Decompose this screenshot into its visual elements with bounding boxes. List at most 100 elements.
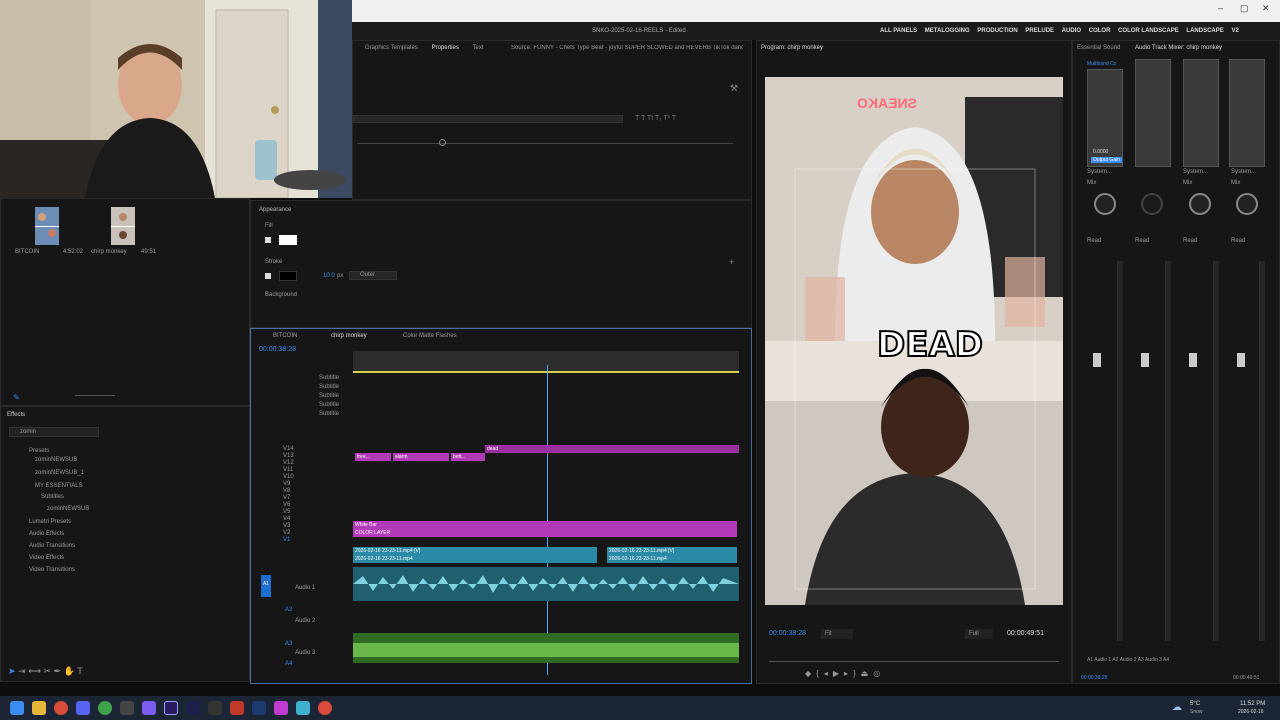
effect-slot-a4[interactable] [1229, 59, 1265, 167]
project-item-chirp-monkey[interactable] [111, 207, 135, 245]
type-tool-icon[interactable]: T [77, 666, 83, 676]
workspace-color-landscape[interactable]: COLOR LANDSCAPE [1118, 28, 1179, 34]
video-clip[interactable]: 2026-02-16 23-23-11.mp4 [607, 555, 737, 563]
output-select[interactable]: System... [1087, 169, 1112, 175]
effects-tree-item[interactable]: Video Effects [29, 555, 64, 561]
time-ruler[interactable] [353, 351, 739, 371]
app-icon[interactable] [142, 701, 156, 715]
track-label-v1[interactable]: V1 [283, 537, 290, 543]
lift-icon[interactable]: ⏏ [861, 669, 874, 678]
effects-tree-item[interactable]: Presets [29, 448, 49, 454]
video-clip[interactable]: 2026-02-16 23-23-11.mp4 [353, 555, 597, 563]
automation-mode-select[interactable]: Read [1183, 238, 1197, 244]
track-label-v8[interactable]: V8 [283, 488, 290, 494]
workspace-landscape[interactable]: LANDSCAPE [1186, 28, 1223, 34]
send-select[interactable]: Mix [1087, 180, 1096, 186]
workspace-metalogging[interactable]: METALOGGING [925, 28, 970, 34]
effects-tree-item[interactable]: zominNEWSUB_1 [35, 470, 84, 476]
text-style-buttons[interactable]: T T Tt T₁ T¹ T [635, 115, 676, 122]
multiband-effect-slot[interactable]: Multiband Co [1087, 61, 1116, 67]
minimize-button[interactable]: – [1218, 3, 1223, 13]
track-label-v10[interactable]: V10 [283, 474, 294, 480]
playback-resolution-dropdown[interactable]: Full [965, 629, 993, 639]
track-label-v7[interactable]: V7 [283, 495, 290, 501]
tab-graphics-templates[interactable]: Graphics Templates [365, 45, 418, 51]
workspace-all-panels[interactable]: ALL PANELS [880, 28, 917, 34]
track-label-v13[interactable]: V13 [283, 453, 294, 459]
white-bar-clip[interactable]: White Bar [353, 521, 737, 529]
workspace-audio[interactable]: AUDIO [1062, 28, 1081, 34]
step-back-icon[interactable]: ◂ [824, 669, 833, 678]
volume-fader-a4[interactable] [1237, 353, 1245, 367]
ripple-edit-tool-icon[interactable]: ⟷ [28, 666, 41, 676]
caption-clip[interactable]: alarm [393, 453, 449, 461]
app-icon[interactable] [274, 701, 288, 715]
zoom-slider[interactable] [75, 395, 115, 396]
effect-slot-a3[interactable] [1183, 59, 1219, 167]
workspace-color[interactable]: COLOR [1089, 28, 1111, 34]
caption-clip[interactable]: bett... [451, 453, 485, 461]
workspace-prelude[interactable]: PRELUDE [1025, 28, 1054, 34]
stroke-checkbox[interactable] [265, 273, 271, 279]
add-marker-icon[interactable]: ◆ [805, 669, 816, 678]
effects-tree-item[interactable]: MY ESSENTIALS [35, 483, 83, 489]
audio-clip-a3[interactable] [353, 633, 739, 663]
tab-essential-sound[interactable]: Essential Sound [1077, 45, 1120, 51]
play-icon[interactable]: ▶ [833, 669, 844, 678]
pan-knob-a4[interactable] [1236, 193, 1258, 215]
font-dropdown[interactable] [353, 115, 623, 123]
clock-time[interactable]: 11:52 PM [1240, 701, 1265, 707]
add-icon[interactable]: + [729, 257, 734, 267]
caption-clip[interactable]: dead [485, 445, 739, 453]
effects-tree-item[interactable]: zominNEWSUB [47, 506, 89, 512]
start-icon[interactable] [10, 701, 24, 715]
photoshop-icon[interactable] [252, 701, 266, 715]
pan-knob-a3[interactable] [1189, 193, 1211, 215]
track-label-v3[interactable]: V3 [283, 523, 290, 529]
timeline-timecode[interactable]: 00:00:38:28 [259, 346, 296, 353]
tab-text[interactable]: Text [473, 45, 484, 51]
program-timecode[interactable]: 00:00:38:28 [769, 630, 806, 637]
hand-tool-icon[interactable]: ✋ [64, 666, 75, 676]
track-label-v14[interactable]: V14 [283, 446, 294, 452]
effects-tree-item[interactable]: Subtitles [41, 494, 64, 500]
caption-clip[interactable]: free... [355, 453, 391, 461]
tab-color-matte-flashes[interactable]: Color Matte Flashes [403, 333, 457, 339]
track-label-a2[interactable]: A2 [285, 607, 292, 613]
maximize-button[interactable]: ▢ [1240, 3, 1249, 14]
clock-date[interactable]: 2026-02-16 [1238, 709, 1264, 715]
color-layer-clip[interactable]: COLOR LAYER [353, 529, 737, 537]
pan-knob-a2[interactable] [1141, 193, 1163, 215]
size-slider-handle[interactable] [439, 139, 446, 146]
fill-color-swatch[interactable] [279, 235, 297, 245]
tab-audio-track-mixer[interactable]: Audio Track Mixer: chirp monkey [1135, 45, 1222, 51]
track-label-v4[interactable]: V4 [283, 516, 290, 522]
track-select-tool-icon[interactable]: ⇥ [18, 666, 26, 676]
workspace-production[interactable]: PRODUCTION [977, 28, 1017, 34]
effects-tree-item[interactable]: Lumetri Presets [29, 519, 71, 525]
output-select[interactable]: System... [1231, 169, 1256, 175]
app-icon[interactable] [98, 701, 112, 715]
track-label-v5[interactable]: V5 [283, 509, 290, 515]
tab-properties[interactable]: Properties [432, 45, 459, 51]
app-icon[interactable] [296, 701, 310, 715]
volume-fader-a1[interactable] [1093, 353, 1101, 367]
file-explorer-icon[interactable] [32, 701, 46, 715]
effects-tree-item[interactable]: Audio Effects [29, 531, 64, 537]
track-label-v12[interactable]: V12 [283, 460, 294, 466]
send-select[interactable]: Mix [1183, 180, 1192, 186]
automation-mode-select[interactable]: Read [1087, 238, 1101, 244]
effect-slot-a2[interactable] [1135, 59, 1171, 167]
track-label-a1[interactable]: A1 [261, 575, 271, 597]
obs-icon[interactable] [120, 701, 134, 715]
video-clip[interactable]: 2026-02-16 23-23-11.mp4 [V] [353, 547, 597, 555]
program-scrub-bar[interactable] [769, 661, 1059, 662]
output-select[interactable]: System... [1183, 169, 1208, 175]
video-clip[interactable]: 2026-02-16 23-23-11.mp4 [V] [607, 547, 737, 555]
stroke-color-swatch[interactable] [279, 271, 297, 281]
volume-fader-a2[interactable] [1141, 353, 1149, 367]
wrench-icon[interactable]: ⚒ [730, 83, 738, 94]
effects-tree-item[interactable]: zominNEWSUB [35, 457, 77, 463]
tab-bitcoin-sequence[interactable]: BITCOIN [273, 333, 297, 339]
stroke-type-dropdown[interactable]: Outer [349, 271, 397, 280]
